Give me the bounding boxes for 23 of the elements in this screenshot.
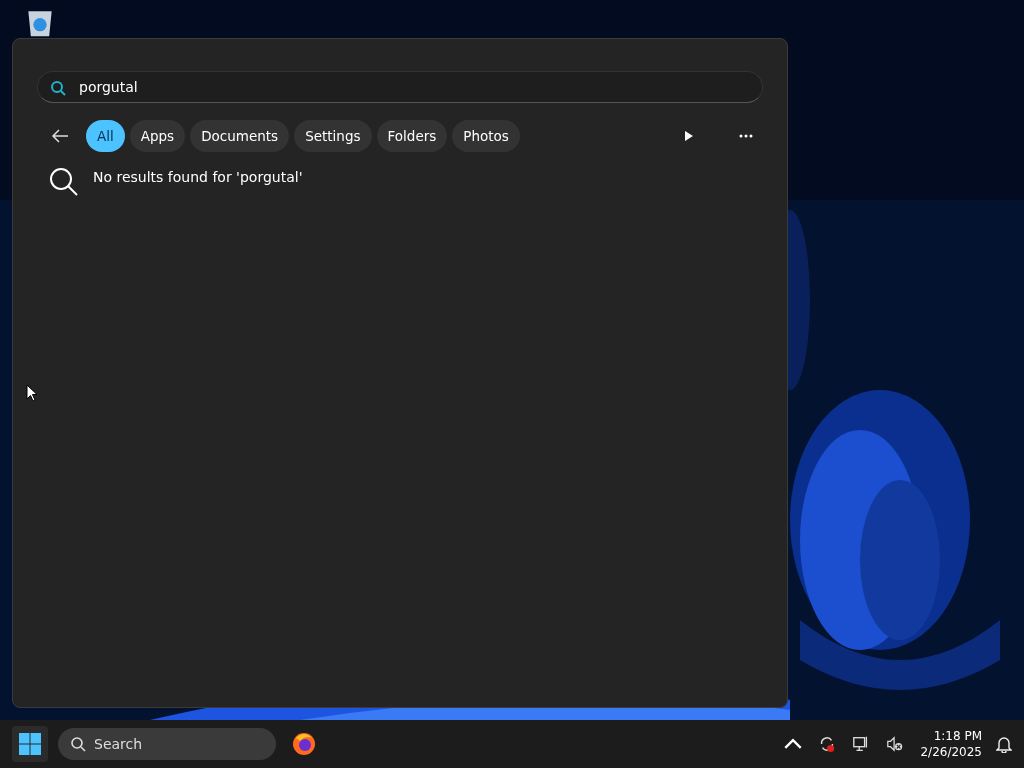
filter-tab[interactable]: Apps xyxy=(129,120,186,152)
filter-tab[interactable]: All xyxy=(86,120,125,152)
search-icon xyxy=(49,167,79,197)
no-results-message: No results found for 'porgutal' xyxy=(93,169,303,185)
mouse-cursor-icon xyxy=(26,384,38,402)
clock-date[interactable]: 2/26/2025 xyxy=(920,744,982,760)
clock-time[interactable]: 1:18 PM xyxy=(933,728,982,744)
search-icon xyxy=(70,736,86,752)
windows-start-icon[interactable] xyxy=(12,726,48,762)
browser-icon[interactable] xyxy=(292,732,316,756)
filter-tab[interactable]: Photos xyxy=(452,120,520,152)
filter-tab[interactable]: Folders xyxy=(376,120,448,152)
play-icon[interactable] xyxy=(684,130,694,142)
taskbar-search-field[interactable]: Search xyxy=(58,728,276,760)
back-arrow-icon[interactable] xyxy=(51,128,69,144)
filter-tab[interactable]: Documents xyxy=(190,120,290,152)
muted-speaker-icon[interactable] xyxy=(886,735,905,753)
more-icon[interactable] xyxy=(739,134,753,138)
query-field[interactable]: porgutal xyxy=(37,71,763,103)
sync-icon[interactable] xyxy=(818,735,837,753)
notification-bell-icon[interactable] xyxy=(996,735,1012,753)
filter-tab[interactable]: Settings xyxy=(294,120,372,152)
search-icon xyxy=(50,80,66,96)
